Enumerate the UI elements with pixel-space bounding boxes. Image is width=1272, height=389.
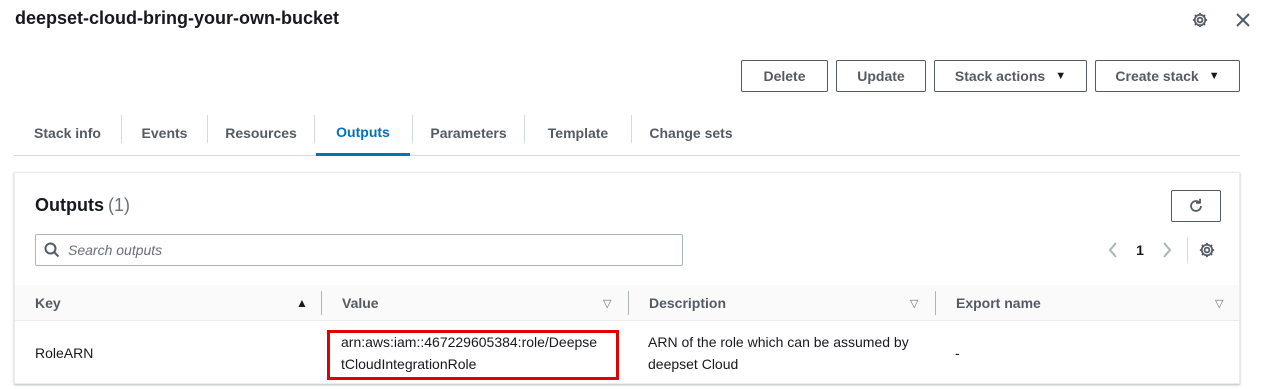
column-divider[interactable] xyxy=(321,291,322,315)
tab-label: Events xyxy=(141,125,188,141)
search-icon xyxy=(44,242,60,258)
outputs-panel: Outputs(1) 1 Key ▲ Value ▽ De xyxy=(14,172,1240,384)
sort-icon[interactable]: ▽ xyxy=(603,285,611,321)
stack-actions-button[interactable]: Stack actions ▼ xyxy=(934,60,1087,92)
tab-resources[interactable]: Resources xyxy=(208,110,314,156)
chevron-right-icon[interactable] xyxy=(1159,239,1175,261)
cell-key: RoleARN xyxy=(35,345,94,361)
tab-bar: Stack info Events Resources Outputs Para… xyxy=(14,110,1240,156)
cell-description: ARN of the role which can be assumed by … xyxy=(648,331,909,375)
sort-icon[interactable]: ▽ xyxy=(1215,285,1223,321)
highlight-box xyxy=(327,330,619,380)
update-button-label: Update xyxy=(857,68,905,84)
tab-outputs[interactable]: Outputs xyxy=(316,110,410,156)
sort-icon[interactable]: ▽ xyxy=(910,285,918,321)
gear-icon[interactable] xyxy=(1190,10,1210,30)
tab-label: Parameters xyxy=(430,125,507,141)
create-stack-button[interactable]: Create stack ▼ xyxy=(1095,60,1240,92)
caret-down-icon: ▼ xyxy=(1055,70,1067,82)
update-button[interactable]: Update xyxy=(836,60,926,92)
refresh-icon xyxy=(1190,198,1202,212)
create-stack-label: Create stack xyxy=(1115,68,1199,84)
pager-divider xyxy=(1187,237,1188,263)
table-header: Key ▲ Value ▽ Description ▽ Export name … xyxy=(15,285,1239,321)
tab-change-sets[interactable]: Change sets xyxy=(632,110,750,156)
sort-ascending-icon[interactable]: ▲ xyxy=(296,285,308,321)
cell-export-name: - xyxy=(955,345,960,361)
tab-label: Outputs xyxy=(336,123,390,140)
delete-button-label: Delete xyxy=(763,68,806,84)
column-header-description[interactable]: Description xyxy=(649,285,726,321)
search-input[interactable] xyxy=(68,242,648,258)
tab-label: Stack info xyxy=(34,125,101,141)
panel-title: Outputs (1) xyxy=(35,195,130,216)
tab-events[interactable]: Events xyxy=(122,110,207,156)
cell-description-line: ARN of the role which can be assumed by xyxy=(648,334,909,350)
tab-parameters[interactable]: Parameters xyxy=(413,110,524,156)
column-divider[interactable] xyxy=(628,291,629,315)
tab-label: Resources xyxy=(225,125,297,141)
column-divider[interactable] xyxy=(935,291,936,315)
close-icon[interactable] xyxy=(1233,10,1253,30)
page-number[interactable]: 1 xyxy=(1133,239,1147,261)
preferences-gear-icon[interactable] xyxy=(1197,239,1217,261)
delete-button[interactable]: Delete xyxy=(741,60,828,92)
caret-down-icon: ▼ xyxy=(1208,70,1220,82)
search-box[interactable] xyxy=(35,234,683,266)
tab-label: Change sets xyxy=(649,125,733,141)
outputs-heading: Outputs xyxy=(35,195,104,215)
tab-label: Template xyxy=(547,125,609,141)
tab-template[interactable]: Template xyxy=(525,110,631,156)
column-header-key[interactable]: Key xyxy=(35,285,61,321)
stack-title: deepset-cloud-bring-your-own-bucket xyxy=(15,8,339,28)
column-header-export-name[interactable]: Export name xyxy=(956,285,1041,321)
chevron-left-icon[interactable] xyxy=(1105,239,1121,261)
stack-actions-label: Stack actions xyxy=(954,68,1046,84)
refresh-button[interactable] xyxy=(1171,190,1221,222)
outputs-count: (1) xyxy=(108,195,130,215)
tab-divider xyxy=(314,115,315,143)
column-header-value[interactable]: Value xyxy=(342,285,379,321)
table-row: RoleARN arn:aws:iam::467229605384:role/D… xyxy=(15,322,1239,384)
tab-stack-info[interactable]: Stack info xyxy=(14,110,121,156)
cell-description-line: deepset Cloud xyxy=(648,356,739,372)
